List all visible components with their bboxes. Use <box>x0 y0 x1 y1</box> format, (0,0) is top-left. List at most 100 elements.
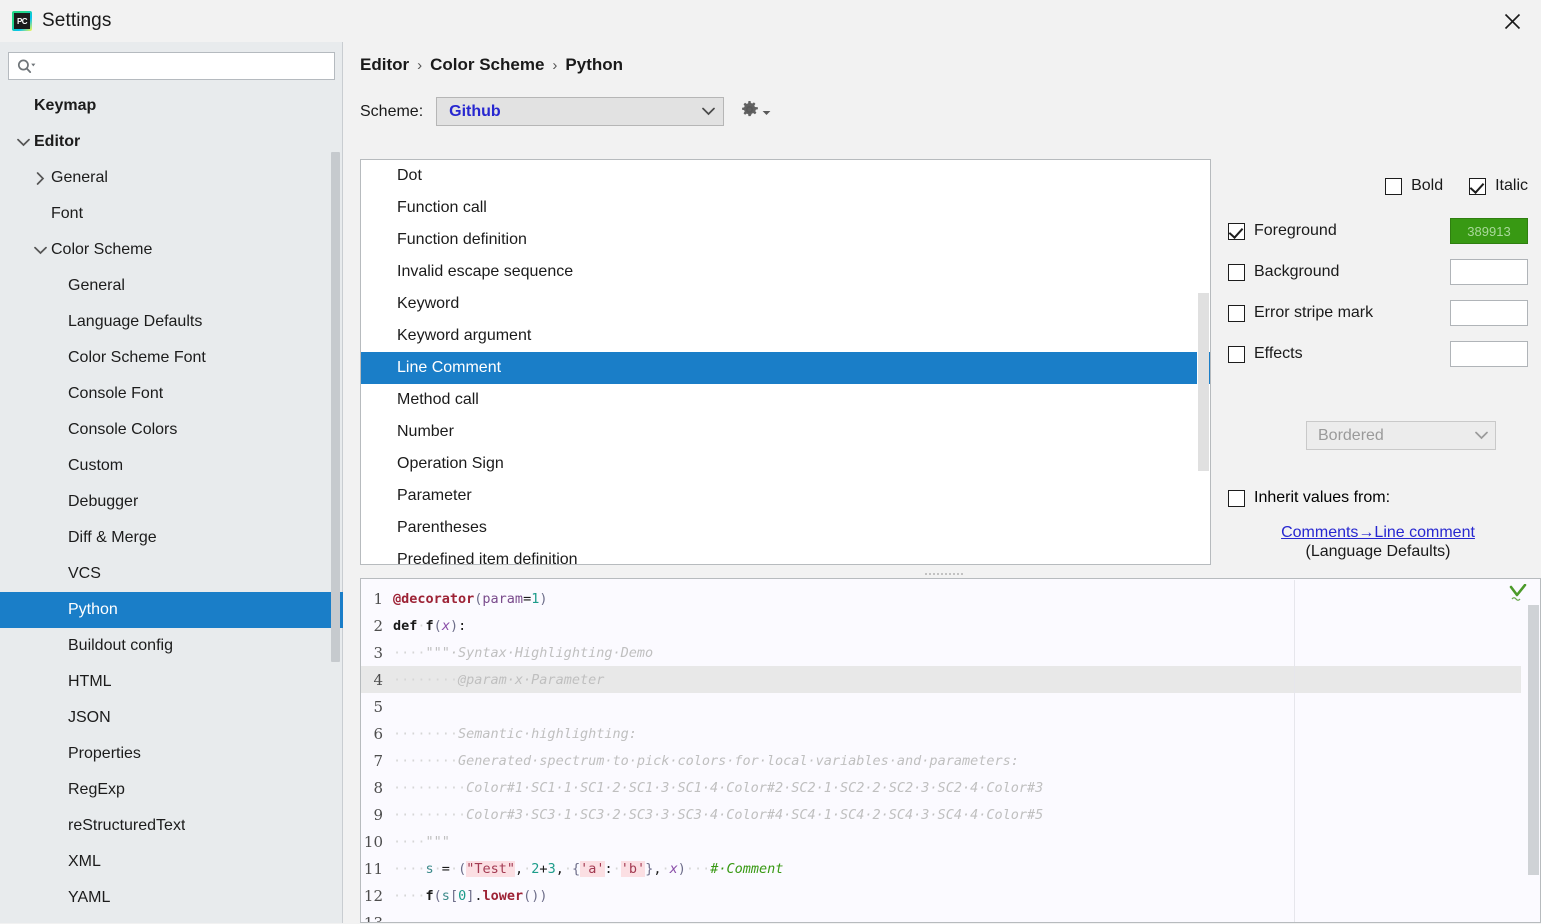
checkbox-box[interactable] <box>1228 304 1245 322</box>
sidebar-scrollbar[interactable] <box>331 112 340 924</box>
settings-content: Editor › Color Scheme › Python Scheme: Githu… <box>344 42 1541 923</box>
attribute-list-item[interactable]: Dot <box>361 160 1210 192</box>
checkbox-box[interactable] <box>1228 345 1245 363</box>
scheme-selected-value: Github <box>449 102 501 120</box>
italic-checkbox[interactable]: Italic <box>1469 177 1528 195</box>
sidebar-item-buildout-config[interactable]: Buildout config <box>0 628 343 664</box>
sidebar-item-label: Language Defaults <box>68 313 203 330</box>
inherit-source-link[interactable]: Comments→Line comment <box>1281 524 1475 541</box>
sidebar-item-keymap[interactable]: Keymap <box>0 88 343 124</box>
sidebar-item-vcs[interactable]: VCS <box>0 556 343 592</box>
sidebar-item-general[interactable]: General <box>0 160 343 196</box>
attribute-list-item[interactable]: Function definition <box>361 224 1210 256</box>
code-preview-scrollbar-thumb[interactable] <box>1528 605 1539 875</box>
attribute-list-item[interactable]: Line Comment <box>361 352 1210 384</box>
chevron-down-icon <box>693 107 723 116</box>
settings-sidebar: Keymap Editor General Font Color Scheme Gener… <box>0 42 343 923</box>
sidebar-scrollbar-thumb[interactable] <box>331 152 340 662</box>
foreground-color-swatch[interactable]: 389913 <box>1450 218 1528 244</box>
line-number: 5 <box>373 697 383 716</box>
close-icon[interactable] <box>1489 0 1535 42</box>
line-number: 12 <box>363 886 383 905</box>
scheme-settings-button[interactable] <box>740 100 771 124</box>
checkbox-box[interactable] <box>1228 263 1245 281</box>
sidebar-item-language-defaults[interactable]: Language Defaults <box>0 304 343 340</box>
sidebar-item-python[interactable]: Python <box>0 592 343 628</box>
search-icon[interactable] <box>9 59 43 74</box>
foreground-checkbox[interactable]: Foreground <box>1228 222 1450 240</box>
line-number: 1 <box>373 589 383 608</box>
sidebar-item-debugger[interactable]: Debugger <box>0 484 343 520</box>
attribute-list-item[interactable]: Parentheses <box>361 512 1210 544</box>
breadcrumb-item-color-scheme[interactable]: Color Scheme <box>430 55 544 75</box>
attribute-list-item[interactable]: Predefined item definition <box>361 544 1210 564</box>
attribute-list-item[interactable]: Function call <box>361 192 1210 224</box>
sidebar-item-font[interactable]: Font <box>0 196 343 232</box>
sidebar-item-diff-merge[interactable]: Diff & Merge <box>0 520 343 556</box>
scheme-dropdown[interactable]: Github <box>436 97 725 126</box>
code-line-text: ····s·=·("Test",·2+3,·{'a':·'b'},·x)···#… <box>393 860 784 877</box>
chevron-down-icon <box>1467 431 1495 440</box>
italic-checkbox-box[interactable] <box>1469 177 1487 195</box>
bold-checkbox-box[interactable] <box>1385 177 1403 195</box>
sidebar-item-properties[interactable]: Properties <box>0 736 343 772</box>
chevron-down-icon[interactable] <box>14 133 32 151</box>
effects-checkbox[interactable]: Effects <box>1228 345 1450 363</box>
breadcrumb-separator: › <box>417 56 423 74</box>
attribute-list-item[interactable]: Keyword argument <box>361 320 1210 352</box>
effects-color-swatch[interactable] <box>1450 341 1528 367</box>
attribute-list-item[interactable]: Method call <box>361 384 1210 416</box>
background-color-swatch[interactable] <box>1450 259 1528 285</box>
sidebar-item-console-font[interactable]: Console Font <box>0 376 343 412</box>
inherit-values-checkbox[interactable]: Inherit values from: <box>1228 489 1390 507</box>
checkbox-box[interactable] <box>1228 222 1245 240</box>
code-preview-scrollbar[interactable] <box>1528 605 1539 922</box>
attribute-list-item[interactable]: Number <box>361 416 1210 448</box>
sidebar-item-label: Console Colors <box>68 421 178 438</box>
attribute-list-item[interactable]: Invalid escape sequence <box>361 256 1210 288</box>
color-attributes-rows[interactable]: Dot Function call Function definition Inval… <box>361 160 1210 564</box>
sidebar-item-yaml[interactable]: YAML <box>0 880 343 916</box>
sidebar-item-custom[interactable]: Custom <box>0 448 343 484</box>
attribute-list-item[interactable]: Operation Sign <box>361 448 1210 480</box>
color-attributes-list[interactable]: Dot Function call Function definition Inval… <box>360 159 1211 565</box>
sidebar-item-json[interactable]: JSON <box>0 700 343 736</box>
effects-type-dropdown[interactable]: Bordered <box>1306 421 1496 450</box>
sidebar-item-regexp[interactable]: RegExp <box>0 772 343 808</box>
attributes-list-scrollbar[interactable] <box>1197 161 1209 564</box>
error-stripe-mark-checkbox[interactable]: Error stripe mark <box>1228 304 1450 322</box>
code-line: 5 <box>361 693 1521 720</box>
sidebar-item-color-scheme[interactable]: Color Scheme <box>0 232 343 268</box>
sidebar-item-bufc[interactable]: BufC <box>0 916 343 923</box>
error-stripe-mark-color-swatch[interactable] <box>1450 300 1528 326</box>
chevron-down-icon[interactable] <box>31 241 49 259</box>
sidebar-item-general[interactable]: General <box>0 268 343 304</box>
search-box[interactable] <box>8 52 335 80</box>
inherit-checkbox-box[interactable] <box>1228 489 1245 507</box>
sidebar-item-editor[interactable]: Editor <box>0 124 343 160</box>
sidebar-item-color-scheme-font[interactable]: Color Scheme Font <box>0 340 343 376</box>
breadcrumb-item-python[interactable]: Python <box>565 55 623 75</box>
search-input[interactable] <box>43 53 334 79</box>
code-preview[interactable]: 1 @decorator(param=1) 2 def·f(x): 3 ····"""·S… <box>360 578 1541 923</box>
breadcrumb-item-editor[interactable]: Editor <box>360 55 409 75</box>
attributes-list-scrollbar-thumb[interactable] <box>1198 293 1209 471</box>
attribute-list-item[interactable]: Keyword <box>361 288 1210 320</box>
sidebar-item-console-colors[interactable]: Console Colors <box>0 412 343 448</box>
settings-tree[interactable]: Keymap Editor General Font Color Scheme Gener… <box>0 88 343 923</box>
sidebar-item-html[interactable]: HTML <box>0 664 343 700</box>
bold-checkbox[interactable]: Bold <box>1385 177 1443 195</box>
background-checkbox[interactable]: Background <box>1228 263 1450 281</box>
attribute-list-item[interactable]: Parameter <box>361 480 1210 512</box>
inspection-check-icon[interactable] <box>1508 583 1528 605</box>
sidebar-item-restructuredtext[interactable]: reStructuredText <box>0 808 343 844</box>
sidebar-item-xml[interactable]: XML <box>0 844 343 880</box>
chevron-right-icon[interactable] <box>31 169 49 187</box>
